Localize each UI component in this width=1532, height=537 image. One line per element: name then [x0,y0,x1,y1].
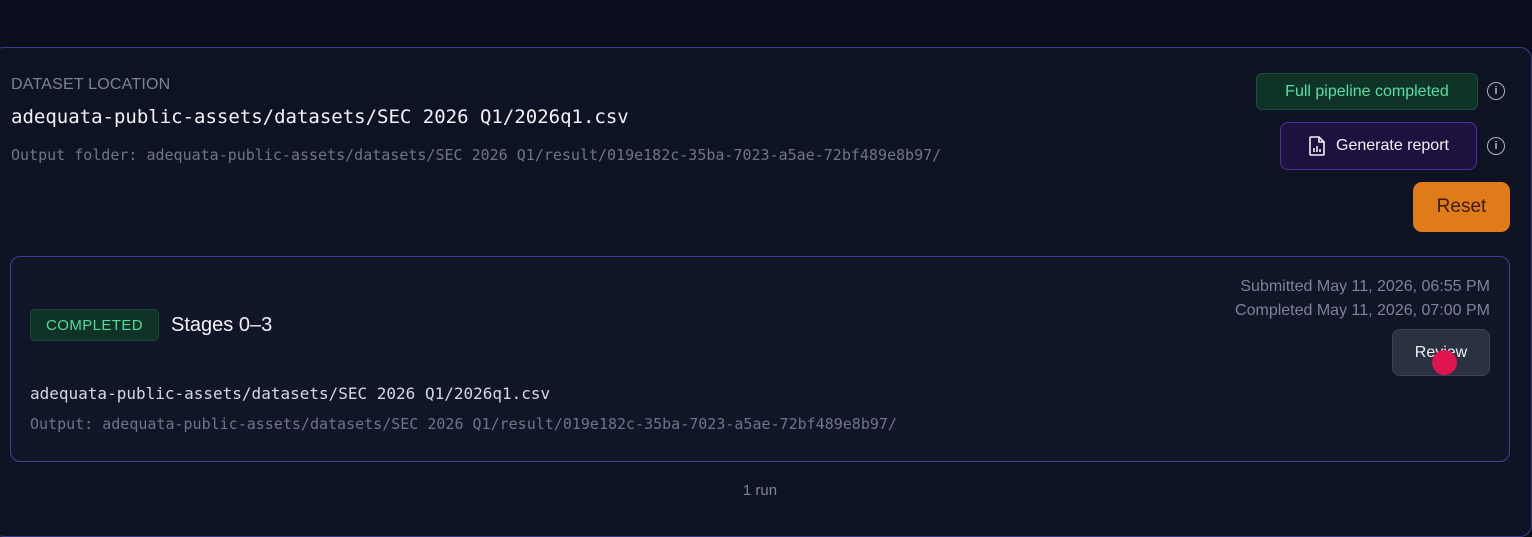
run-count: 1 run [742,482,778,499]
output-folder: Output folder: adequata-public-assets/da… [11,146,942,164]
info-icon[interactable]: i [1487,137,1505,155]
submitted-timestamp: Submitted May 11, 2026, 06:55 PM [1240,278,1490,295]
cursor-indicator [1432,350,1457,375]
run-stages: Stages 0–3 [171,314,273,336]
dataset-location-label: DATASET LOCATION [11,76,171,93]
run-output-path: Output: adequata-public-assets/datasets/… [30,415,897,433]
document-chart-icon [1309,136,1325,156]
info-icon[interactable]: i [1487,82,1505,100]
generate-report-button[interactable]: Generate report [1280,122,1477,170]
generate-report-label: Generate report [1336,137,1449,154]
pipeline-status-badge: Full pipeline completed [1256,73,1478,110]
run-dataset-path: adequata-public-assets/datasets/SEC 2026… [30,384,551,403]
run-status-badge: COMPLETED [30,309,159,341]
reset-button[interactable]: Reset [1413,182,1510,232]
dataset-path: adequata-public-assets/datasets/SEC 2026… [11,106,629,128]
completed-timestamp: Completed May 11, 2026, 07:00 PM [1235,302,1490,319]
